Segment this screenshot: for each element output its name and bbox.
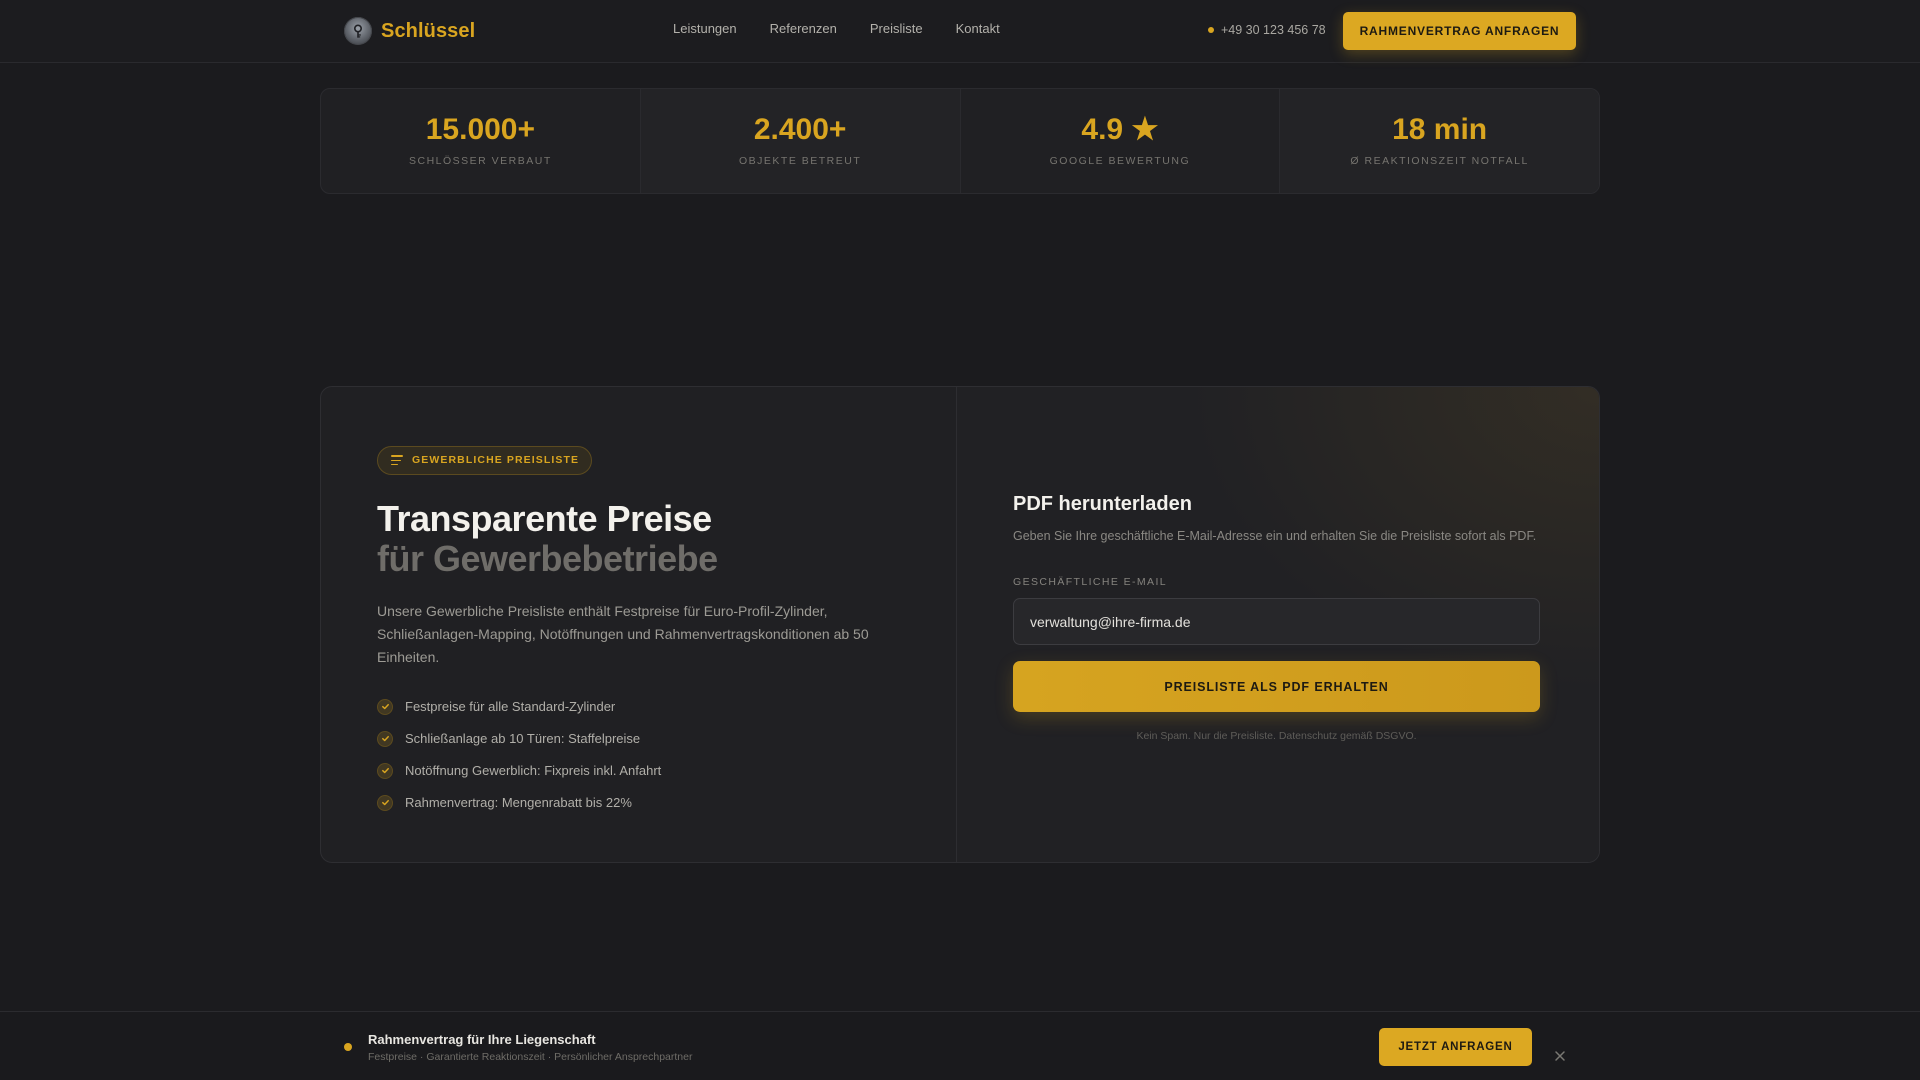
nav-link-kontakt[interactable]: Kontakt bbox=[956, 21, 1000, 36]
brand-name: Schlüssel bbox=[381, 19, 476, 42]
stat-value: 2.400+ bbox=[753, 113, 847, 146]
main-nav: Leistungen Referenzen Preisliste Kontakt bbox=[673, 21, 1000, 36]
get-pdf-button[interactable]: PREISLISTE ALS PDF ERHALTEN bbox=[1013, 661, 1540, 712]
brand-home-link[interactable]: Schlüssel bbox=[344, 15, 475, 47]
section-title: Transparente Preise bbox=[377, 497, 712, 539]
feature-item: Notöffnung Gewerblich: Fixpreis inkl. An… bbox=[377, 755, 900, 787]
check-icon bbox=[377, 794, 393, 811]
stats-strip: 15.000+ SCHLÖSSER VERBAUT 2.400+ OBJEKTE… bbox=[320, 88, 1600, 194]
sticky-cta-bar: Rahmenvertrag für Ihre Liegenschaft Fest… bbox=[0, 1011, 1920, 1080]
check-icon bbox=[377, 730, 393, 747]
pricelist-info: GEWERBLICHE PREISLISTE Transparente Prei… bbox=[321, 387, 957, 862]
feature-text: Festpreise für alle Standard-Zylinder bbox=[405, 699, 616, 715]
nav-link-leistungen[interactable]: Leistungen bbox=[673, 21, 737, 36]
stat-value: 18 min bbox=[1392, 113, 1488, 146]
phone-number: +49 30 123 456 78 bbox=[1221, 23, 1326, 37]
feature-item: Festpreise für alle Standard-Zylinder bbox=[377, 691, 900, 723]
stat-response-time: 18 min Ø REAKTIONSZEIT NOTFALL bbox=[1280, 89, 1599, 193]
stat-label: OBJEKTE BETREUT bbox=[738, 155, 862, 167]
stat-google-rating: 4.9 ★ GOOGLE BEWERTUNG bbox=[961, 89, 1281, 193]
close-icon[interactable] bbox=[1551, 1047, 1569, 1065]
stat-objects-managed: 2.400+ OBJEKTE BETREUT bbox=[640, 89, 961, 193]
email-label: GESCHÄFTLICHE E-MAIL bbox=[1013, 576, 1168, 588]
feature-item: Rahmenvertrag: Mengenrabatt bis 22% bbox=[377, 787, 900, 819]
stat-label: Ø REAKTIONSZEIT NOTFALL bbox=[1350, 155, 1529, 167]
feature-list: Festpreise für alle Standard-Zylinder Sc… bbox=[377, 691, 900, 819]
request-now-button[interactable]: JETZT ANFRAGEN bbox=[1379, 1028, 1532, 1066]
email-field[interactable] bbox=[1013, 598, 1540, 645]
nav-link-referenzen[interactable]: Referenzen bbox=[770, 21, 837, 36]
badge-label: GEWERBLICHE PREISLISTE bbox=[412, 454, 580, 467]
pdf-download-form: PDF herunterladen Geben Sie Ihre geschäf… bbox=[957, 387, 1599, 862]
form-title: PDF herunterladen bbox=[1013, 493, 1192, 515]
pricelist-card: GEWERBLICHE PREISLISTE Transparente Prei… bbox=[320, 386, 1600, 863]
form-description: Geben Sie Ihre geschäftliche E-Mail-Adre… bbox=[1013, 529, 1537, 543]
top-navigation: Schlüssel Leistungen Referenzen Preislis… bbox=[0, 0, 1920, 63]
pricelist-badge: GEWERBLICHE PREISLISTE bbox=[377, 445, 593, 475]
nav-link-preisliste[interactable]: Preisliste bbox=[870, 21, 923, 36]
request-contract-button[interactable]: RAHMENVERTRAG ANFRAGEN bbox=[1343, 12, 1576, 50]
feature-text: Schließanlage ab 10 Türen: Staffelpreise bbox=[405, 731, 641, 747]
check-icon bbox=[377, 698, 393, 715]
section-description: Unsere Gewerbliche Preisliste enthält Fe… bbox=[377, 602, 869, 665]
feature-text: Rahmenvertrag: Mengenrabatt bis 22% bbox=[405, 795, 632, 811]
feature-text: Notöffnung Gewerblich: Fixpreis inkl. An… bbox=[405, 763, 662, 779]
cta-bar-subtitle: Festpreise · Garantierte Reaktionszeit ·… bbox=[368, 1051, 693, 1063]
stat-value: 4.9 ★ bbox=[1081, 113, 1159, 146]
phone-link[interactable]: +49 30 123 456 78 bbox=[1208, 23, 1326, 37]
check-icon bbox=[377, 762, 393, 779]
cta-bar-title: Rahmenvertrag für Ihre Liegenschaft bbox=[368, 1032, 596, 1047]
section-subtitle: für Gewerbebetriebe bbox=[377, 537, 718, 579]
stat-locks-installed: 15.000+ SCHLÖSSER VERBAUT bbox=[321, 89, 641, 193]
key-emblem-icon bbox=[344, 17, 372, 45]
stat-label: SCHLÖSSER VERBAUT bbox=[408, 155, 552, 167]
status-dot-icon bbox=[1208, 27, 1214, 33]
privacy-note: Kein Spam. Nur die Preisliste. Datenschu… bbox=[1136, 730, 1417, 742]
stat-label: GOOGLE BEWERTUNG bbox=[1049, 155, 1191, 167]
status-dot-icon bbox=[344, 1043, 352, 1051]
list-icon bbox=[391, 455, 403, 466]
feature-item: Schließanlage ab 10 Türen: Staffelpreise bbox=[377, 723, 900, 755]
stat-value: 15.000+ bbox=[425, 113, 536, 146]
